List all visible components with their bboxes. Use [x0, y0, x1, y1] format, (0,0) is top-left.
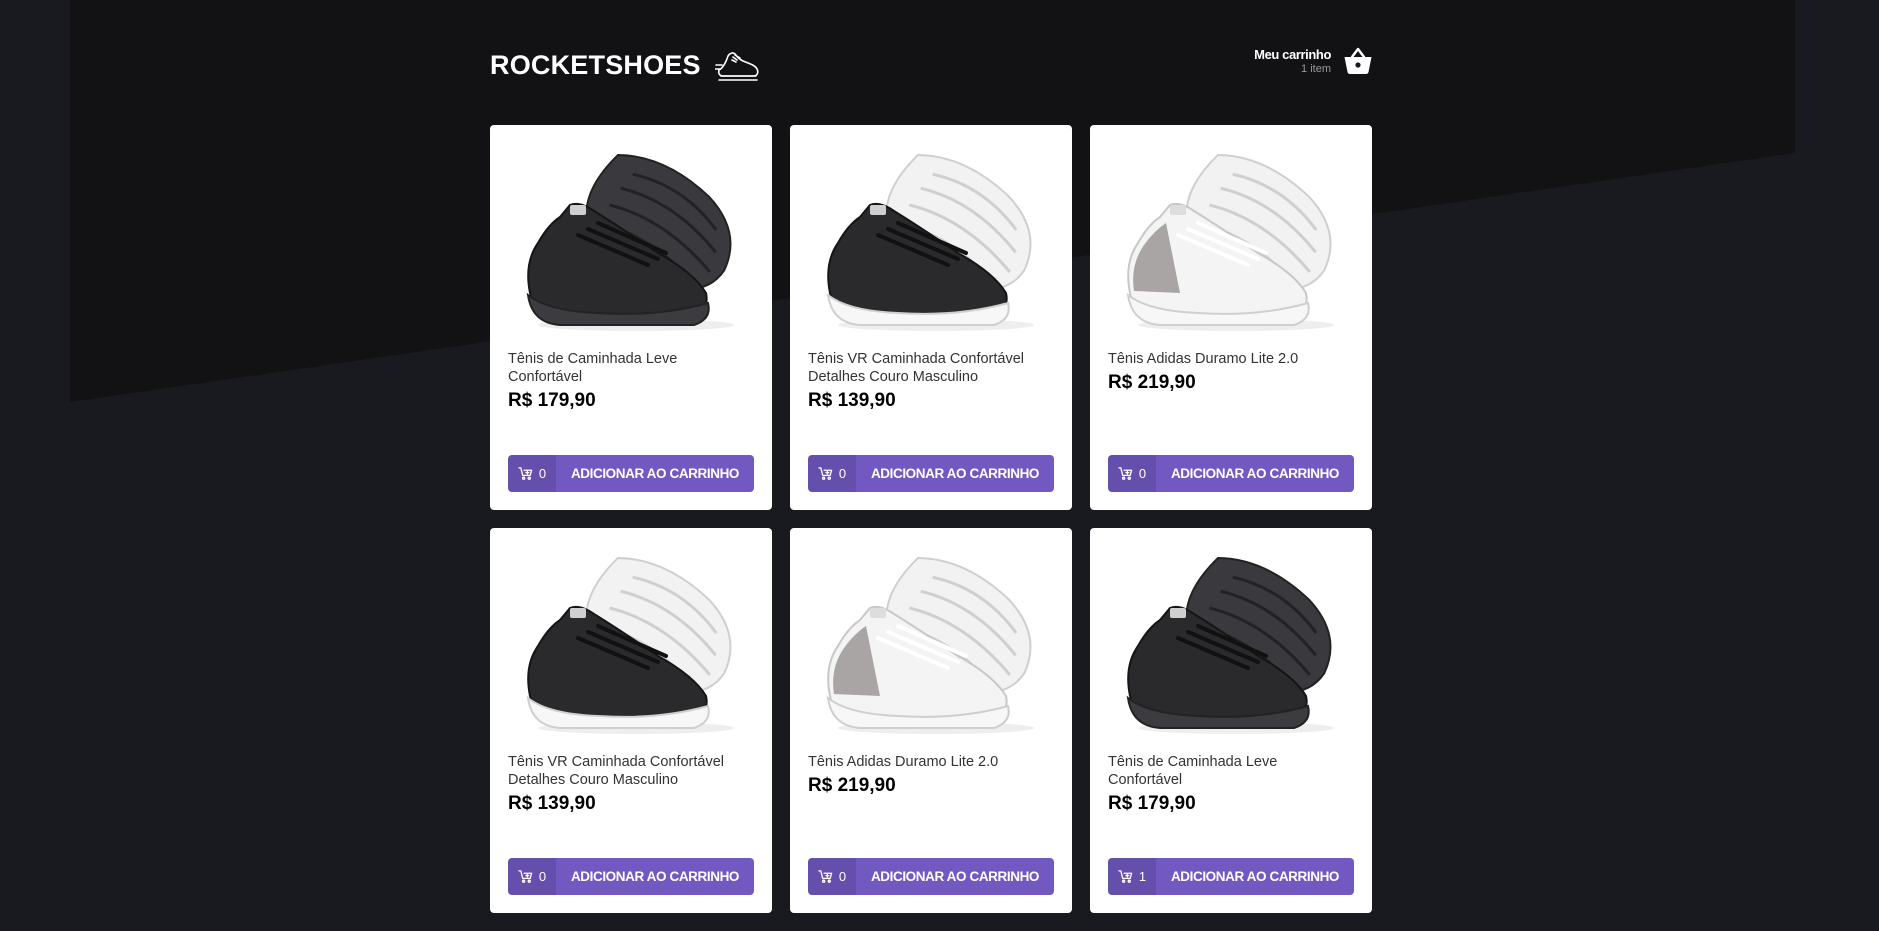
- cart-quantity-value: 0: [838, 466, 847, 481]
- product-image-black-sneaker: [1126, 557, 1334, 734]
- add-cart-icon: [518, 467, 533, 480]
- product-image-black-sneaker: [526, 154, 734, 331]
- add-to-cart-button[interactable]: 0 ADICIONAR AO CARRINHO: [508, 455, 754, 492]
- add-to-cart-button[interactable]: 0 ADICIONAR AO CARRINHO: [808, 858, 1054, 895]
- add-to-cart-label: ADICIONAR AO CARRINHO: [1170, 869, 1340, 884]
- add-to-cart-button[interactable]: 0 ADICIONAR AO CARRINHO: [1108, 455, 1354, 492]
- cart-quantity-value: 0: [838, 869, 847, 884]
- product-image-white-sneaker: [1126, 154, 1334, 331]
- main-container: ROCKETSHOES Meu carrinho 1 item Tênis de…: [490, 0, 1373, 913]
- product-price: R$ 219,90: [808, 775, 896, 796]
- logo-link[interactable]: ROCKETSHOES: [490, 48, 761, 82]
- cart-quantity: 0: [808, 858, 856, 895]
- logo-text: ROCKETSHOES: [490, 49, 701, 80]
- product-title: Tênis Adidas Duramo Lite 2.0: [1108, 351, 1299, 367]
- add-to-cart-label: ADICIONAR AO CARRINHO: [870, 869, 1040, 884]
- product-title: Tênis VR Caminhada Confortável Detalhes …: [808, 351, 1024, 385]
- add-cart-icon: [818, 467, 833, 480]
- cart-link[interactable]: Meu carrinho 1 item: [1254, 46, 1373, 76]
- cart-quantity-value: 1: [1138, 869, 1147, 884]
- cart-item-count: 1 item: [1301, 63, 1331, 75]
- add-cart-icon: [1118, 870, 1133, 883]
- add-cart-icon: [1118, 467, 1133, 480]
- product-title: Tênis de Caminhada Leve Confortável: [1108, 754, 1278, 788]
- add-to-cart-button[interactable]: 0 ADICIONAR AO CARRINHO: [508, 858, 754, 895]
- cart-quantity: 0: [1108, 455, 1156, 492]
- add-to-cart-label: ADICIONAR AO CARRINHO: [570, 466, 740, 481]
- add-to-cart-button[interactable]: 0 ADICIONAR AO CARRINHO: [808, 455, 1054, 492]
- product-title: Tênis de Caminhada Leve Confortável: [508, 351, 678, 385]
- cart-quantity-value: 0: [538, 869, 547, 884]
- cart-info: Meu carrinho 1 item: [1254, 47, 1331, 75]
- header: ROCKETSHOES Meu carrinho 1 item: [490, 0, 1373, 125]
- product-image-black-white-sneaker: [826, 154, 1034, 331]
- cart-quantity-value: 0: [538, 466, 547, 481]
- product-price: R$ 179,90: [1108, 793, 1196, 814]
- product-card: Tênis VR Caminhada Confortável Detalhes …: [790, 125, 1072, 510]
- product-title: Tênis VR Caminhada Confortável Detalhes …: [508, 754, 724, 788]
- add-to-cart-label: ADICIONAR AO CARRINHO: [570, 869, 740, 884]
- cart-title: Meu carrinho: [1254, 47, 1331, 62]
- cart-quantity-value: 0: [1138, 466, 1147, 481]
- cart-quantity: 0: [808, 455, 856, 492]
- cart-quantity: 1: [1108, 858, 1156, 895]
- running-shoe-icon: [714, 52, 759, 81]
- product-title: Tênis Adidas Duramo Lite 2.0: [808, 754, 999, 770]
- product-price: R$ 139,90: [808, 390, 896, 411]
- add-cart-icon: [518, 870, 533, 883]
- product-price: R$ 139,90: [508, 793, 596, 814]
- cart-quantity: 0: [508, 455, 556, 492]
- product-card: Tênis de Caminhada Leve Confortável R$ 1…: [1090, 528, 1372, 913]
- product-card: Tênis Adidas Duramo Lite 2.0 R$ 219,90 0…: [790, 528, 1072, 913]
- add-to-cart-label: ADICIONAR AO CARRINHO: [870, 466, 1040, 481]
- product-card: Tênis de Caminhada Leve Confortável R$ 1…: [490, 125, 772, 510]
- product-image-white-sneaker: [826, 557, 1034, 734]
- add-to-cart-button[interactable]: 1 ADICIONAR AO CARRINHO: [1108, 858, 1354, 895]
- add-cart-icon: [818, 870, 833, 883]
- product-list: Tênis de Caminhada Leve Confortável R$ 1…: [490, 125, 1373, 913]
- product-price: R$ 179,90: [508, 390, 596, 411]
- cart-quantity: 0: [508, 858, 556, 895]
- product-price: R$ 219,90: [1108, 372, 1196, 393]
- shopping-basket-icon: [1344, 47, 1372, 74]
- product-card: Tênis VR Caminhada Confortável Detalhes …: [490, 528, 772, 913]
- add-to-cart-label: ADICIONAR AO CARRINHO: [1170, 466, 1340, 481]
- product-card: Tênis Adidas Duramo Lite 2.0 R$ 219,90 0…: [1090, 125, 1372, 510]
- product-image-black-white-sneaker: [526, 557, 734, 734]
